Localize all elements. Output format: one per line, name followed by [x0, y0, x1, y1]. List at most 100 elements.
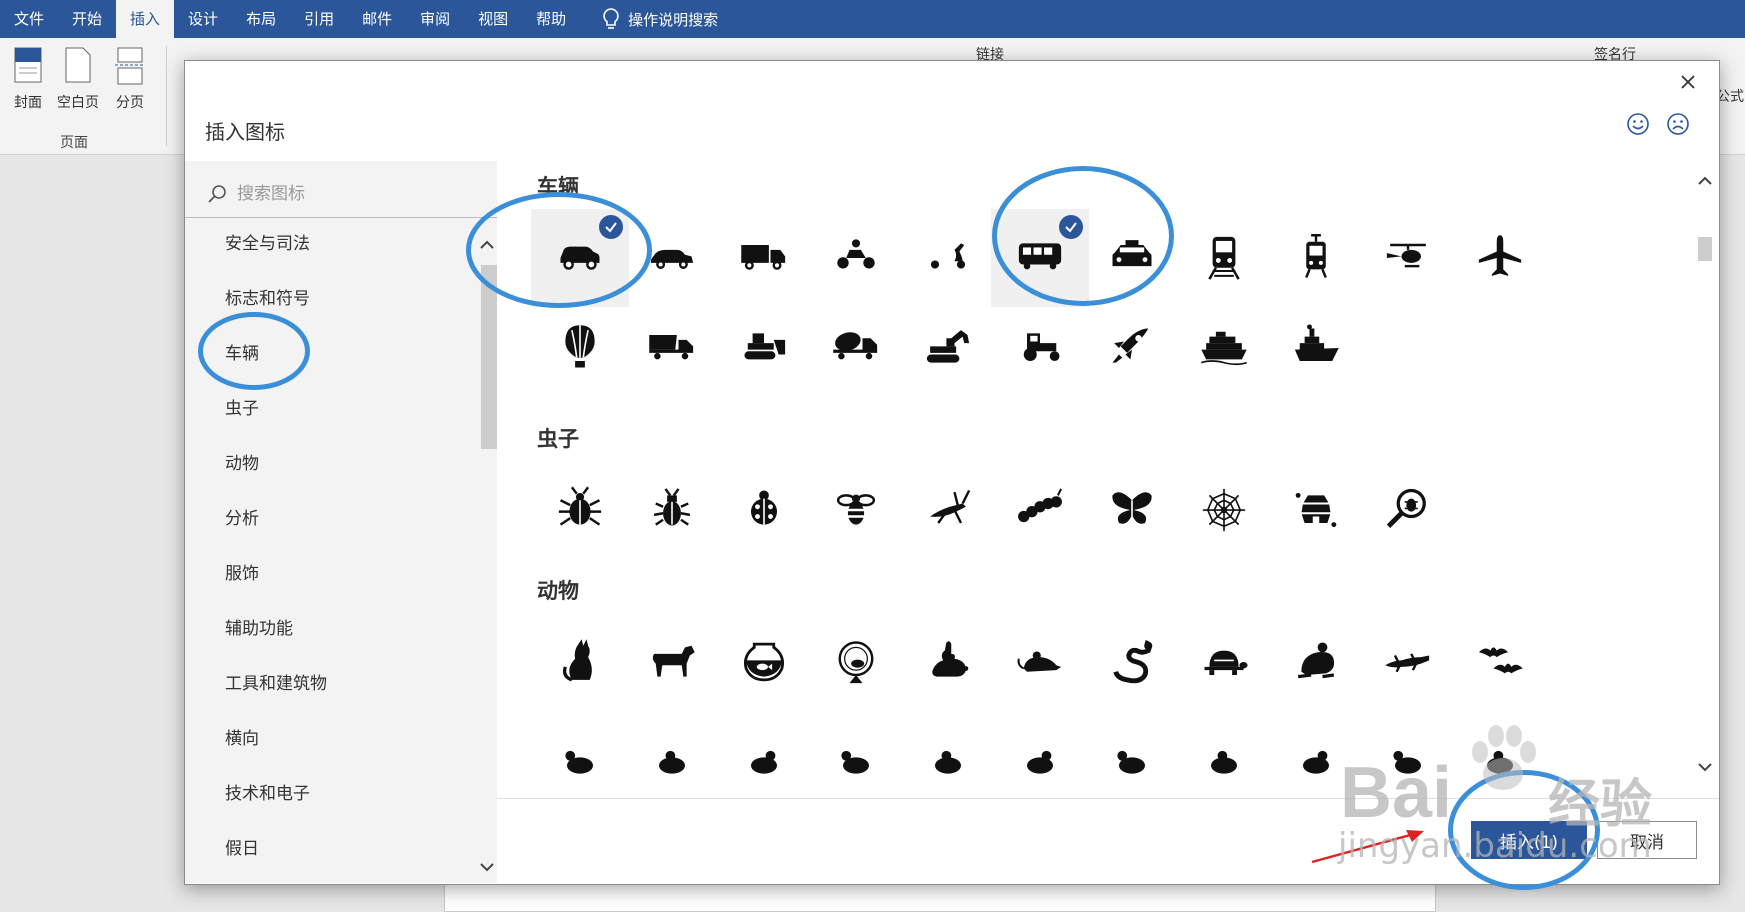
icon-option[interactable] [715, 209, 813, 307]
category-item[interactable]: 辅助功能 [185, 602, 475, 657]
cover-page-button[interactable]: 封面 [2, 46, 54, 112]
icon-option[interactable] [1267, 299, 1365, 397]
icon-option[interactable] [1083, 209, 1181, 307]
icon-option[interactable] [1083, 299, 1181, 397]
scroll-up-icon[interactable] [1695, 171, 1715, 191]
page-break-button[interactable]: 分页 [104, 46, 156, 112]
icon-option[interactable] [623, 613, 721, 711]
icon-option[interactable] [1451, 613, 1549, 711]
icon-option[interactable] [1267, 613, 1365, 711]
tell-me-search[interactable]: 操作说明搜索 [602, 8, 718, 30]
icon-option[interactable] [1267, 461, 1365, 559]
category-item[interactable]: 安全与司法 [185, 217, 475, 272]
category-item[interactable]: 分析 [185, 492, 475, 547]
icon-option[interactable] [807, 461, 905, 559]
icon-option[interactable] [991, 613, 1089, 711]
insert-button[interactable]: 插入(1) [1471, 821, 1587, 859]
icon-option[interactable] [899, 299, 997, 397]
scroll-down-icon[interactable] [477, 857, 497, 877]
close-icon[interactable] [1673, 67, 1703, 97]
icon-option[interactable] [991, 299, 1089, 397]
scroll-up-icon[interactable] [477, 235, 497, 255]
tab-home[interactable]: 开始 [58, 0, 116, 38]
icon-option[interactable] [531, 613, 629, 711]
annotation-arrow [1311, 830, 1424, 864]
fishbowl-icon [743, 642, 785, 682]
equation-button[interactable]: 公式 [1716, 86, 1744, 106]
tab-file[interactable]: 文件 [0, 0, 58, 38]
tab-layout[interactable]: 布局 [232, 0, 290, 38]
icon-option[interactable] [807, 299, 905, 397]
icon-option[interactable] [899, 723, 997, 798]
icon-option[interactable] [1175, 209, 1273, 307]
icon-option[interactable] [807, 613, 905, 711]
icon-option[interactable] [1359, 461, 1457, 559]
icon-option[interactable] [1175, 299, 1273, 397]
icon-option[interactable] [1175, 461, 1273, 559]
blank-page-button[interactable]: 空白页 [52, 46, 104, 112]
icon-option[interactable] [623, 209, 721, 307]
icon-option[interactable] [1083, 461, 1181, 559]
tab-mailings[interactable]: 邮件 [348, 0, 406, 38]
sidebar-scroll-thumb[interactable] [481, 265, 497, 449]
icon-option[interactable] [899, 461, 997, 559]
icon-option[interactable] [531, 461, 629, 559]
grid-scroll-thumb[interactable] [1698, 237, 1712, 261]
category-item[interactable]: 服饰 [185, 547, 475, 602]
icon-grid: 车辆 虫子 动物 [497, 161, 1693, 798]
category-item-vehicles[interactable]: 车辆 [185, 327, 475, 382]
icon-option[interactable] [623, 461, 721, 559]
scooter-icon [930, 243, 966, 269]
sidebar-scrollbar[interactable] [477, 217, 497, 883]
category-item[interactable]: 假日 [185, 822, 475, 877]
icon-option[interactable] [1359, 723, 1457, 798]
icon-option[interactable] [807, 209, 905, 307]
ribbon-tab-bar: 文件 开始 插入 设计 布局 引用 邮件 审阅 视图 帮助 操作说明搜索 [0, 0, 1745, 38]
icon-option[interactable] [623, 723, 721, 798]
icon-option[interactable] [531, 299, 629, 397]
icon-option[interactable] [899, 209, 997, 307]
icon-option[interactable] [991, 461, 1089, 559]
grid-scrollbar[interactable] [1693, 161, 1717, 798]
frown-feedback-icon[interactable] [1665, 111, 1691, 137]
icon-option[interactable] [1083, 723, 1181, 798]
icon-option[interactable] [991, 723, 1089, 798]
tab-design[interactable]: 设计 [174, 0, 232, 38]
cancel-button[interactable]: 取消 [1597, 821, 1697, 859]
icon-option[interactable] [991, 209, 1089, 307]
tab-help[interactable]: 帮助 [522, 0, 580, 38]
icon-option[interactable] [1359, 209, 1457, 307]
category-item[interactable]: 虫子 [185, 382, 475, 437]
tab-insert[interactable]: 插入 [116, 0, 175, 38]
category-item[interactable]: 技术和电子 [185, 767, 475, 822]
icon-option[interactable] [531, 209, 629, 307]
icon-option[interactable] [1451, 209, 1549, 307]
icon-option[interactable] [623, 299, 721, 397]
scroll-down-icon[interactable] [1695, 757, 1715, 777]
icon-option[interactable] [1083, 613, 1181, 711]
beehive-icon [1295, 492, 1337, 528]
category-item[interactable]: 标志和符号 [185, 272, 475, 327]
icon-option[interactable] [531, 723, 629, 798]
tab-view[interactable]: 视图 [464, 0, 522, 38]
icon-option[interactable] [1359, 613, 1457, 711]
category-item[interactable]: 横向 [185, 712, 475, 767]
icon-option[interactable] [715, 299, 813, 397]
category-item[interactable]: 动物 [185, 437, 475, 492]
icon-option[interactable] [715, 461, 813, 559]
icon-option[interactable] [899, 613, 997, 711]
icon-search-input[interactable] [235, 183, 479, 205]
tab-references[interactable]: 引用 [290, 0, 348, 38]
tram-icon [1305, 234, 1327, 278]
icon-option[interactable] [715, 723, 813, 798]
icon-option[interactable] [1267, 723, 1365, 798]
category-item[interactable]: 工具和建筑物 [185, 657, 475, 712]
icon-option[interactable] [1267, 209, 1365, 307]
icon-option[interactable] [1175, 723, 1273, 798]
icon-option[interactable] [715, 613, 813, 711]
icon-option[interactable] [807, 723, 905, 798]
smile-feedback-icon[interactable] [1625, 111, 1651, 137]
tab-review[interactable]: 审阅 [406, 0, 464, 38]
icon-option[interactable] [1175, 613, 1273, 711]
icon-option[interactable] [1451, 723, 1549, 798]
